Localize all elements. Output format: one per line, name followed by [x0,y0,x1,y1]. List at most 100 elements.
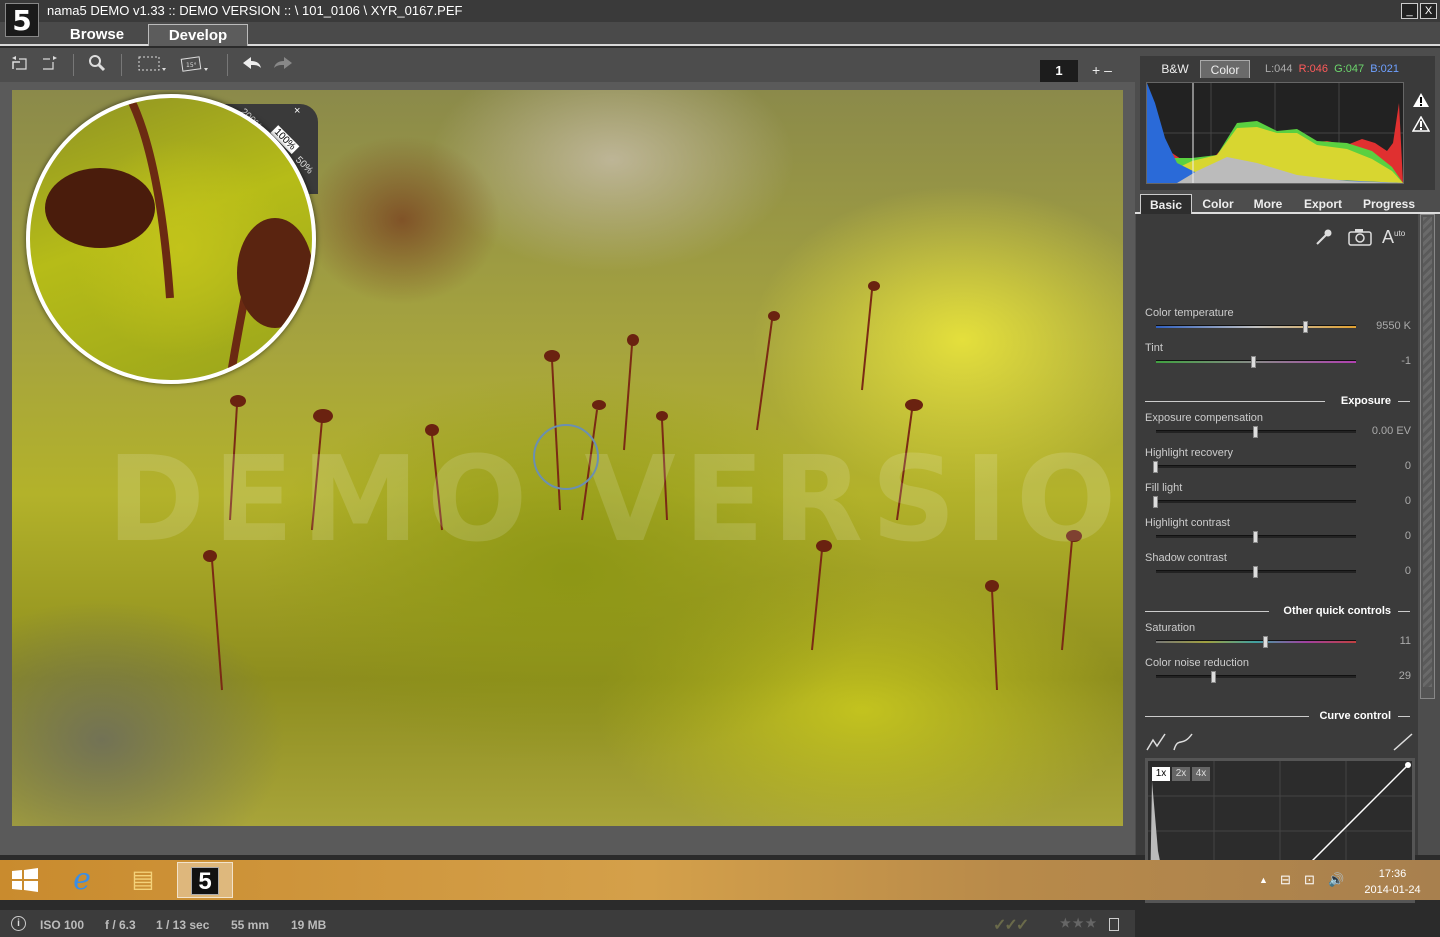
auto-adjust-icon[interactable]: Auto [1382,227,1405,248]
volume-icon[interactable]: 🔊 [1328,872,1344,888]
right-panel: B&W Color L:044 R:046 G:047 B:021 Basic … [1135,48,1440,903]
tab-develop[interactable]: Develop [148,24,248,46]
fill-light-slider[interactable] [1153,496,1356,508]
r-readout: R:046 [1298,63,1329,75]
rating-stars[interactable]: ★★★ [1060,916,1098,930]
internet-explorer-icon[interactable]: e [54,862,110,898]
tint-slider[interactable] [1156,356,1356,368]
windows-start-icon[interactable] [11,868,39,892]
undo-icon[interactable] [241,54,263,74]
redo-icon[interactable] [272,54,294,74]
title-bar: nama5 DEMO v1.33 :: DEMO VERSION :: \ 10… [0,0,1440,22]
curve-reset-icon[interactable] [1392,732,1414,757]
info-icon[interactable]: i [11,916,26,931]
color-noise-reduction-value: 29 [1398,670,1411,682]
pick-checkmarks[interactable]: ✓✓✓ [993,915,1029,935]
toolbar-separator [227,54,228,76]
highlight-contrast-label: Highlight contrast [1145,517,1230,529]
panel-tabs: Basic Color More Export Progress [1135,194,1440,214]
tab-more[interactable]: More [1245,194,1291,214]
highlight-clip-warning-icon[interactable] [1412,92,1430,108]
minimize-button[interactable]: _ [1401,3,1418,19]
straighten-icon[interactable]: 15° [178,54,212,74]
tab-color[interactable]: Color [1195,194,1241,214]
exposure-compensation-slider[interactable] [1156,426,1356,438]
exposure-compensation-label: Exposure compensation [1145,412,1264,424]
tint-label: Tint [1145,342,1163,354]
loupe-content [45,98,312,380]
saturation-thumb[interactable] [1263,636,1268,648]
zoom-plus-minus[interactable]: + – [1092,62,1112,78]
color-noise-reduction-thumb[interactable] [1211,671,1216,683]
g-readout: G:047 [1334,63,1365,75]
shadow-clip-warning-icon[interactable] [1411,115,1431,132]
tab-export[interactable]: Export [1297,194,1349,214]
shadow-contrast-thumb[interactable] [1253,566,1258,578]
tab-bw[interactable]: B&W [1152,60,1198,78]
windows-taskbar: e ▤ 5 ▲ ⊟ ⊡ 🔊 17:36 2014-01-24 [0,860,1440,900]
curve-zoom-1x[interactable]: 1x [1152,767,1170,781]
magnifier-icon[interactable] [86,54,108,74]
fill-light-label: Fill light [1145,482,1183,494]
highlight-recovery-thumb[interactable] [1153,461,1158,473]
tab-basic[interactable]: Basic [1140,194,1192,214]
tab-color-histogram[interactable]: Color [1200,60,1250,78]
auto-sup: uto [1394,229,1406,238]
file-size-value: 19 MB [291,918,327,932]
iso-value: ISO 100 [40,918,85,932]
tray-overflow-icon[interactable]: ▲ [1259,875,1268,885]
focus-point-ring[interactable] [533,424,599,490]
crop-select-icon[interactable] [136,54,168,74]
camera-icon[interactable] [1348,228,1372,251]
fill-light-thumb[interactable] [1153,496,1158,508]
color-temperature-thumb[interactable] [1303,321,1308,333]
document-icon[interactable] [1109,918,1119,931]
status-bar: i ISO 100 f / 6.3 1 / 13 sec 55 mm 19 MB… [0,910,1135,937]
auto-label: A [1382,227,1395,247]
exposure-divider-right [1398,401,1410,402]
file-explorer-icon[interactable]: ▤ [115,862,171,898]
highlight-recovery-value: 0 [1404,460,1411,472]
other-section-title: Other quick controls [1283,605,1391,617]
shadow-contrast-slider[interactable] [1156,566,1356,578]
loupe-close-icon[interactable]: × [294,105,300,117]
tab-browse[interactable]: Browse [52,24,142,46]
b-readout: B:021 [1370,63,1399,75]
curve-zoom-4x[interactable]: 4x [1192,767,1210,781]
rotate-left-icon[interactable] [9,54,31,74]
tray-device-icon[interactable]: ⊟ [1280,872,1291,888]
highlight-recovery-label: Highlight recovery [1145,447,1234,459]
shadow-contrast-label: Shadow contrast [1145,552,1227,564]
curve-zoom-2x[interactable]: 2x [1172,767,1190,781]
scrollbar-thumb[interactable] [1423,217,1432,687]
rotate-right-icon[interactable] [38,54,60,74]
close-button[interactable]: X [1420,3,1437,19]
panel-scrollbar[interactable] [1420,214,1435,699]
image-viewport: DEMO VERSION 200% 100% 50% × i ISO 100 f… [0,82,1135,937]
tint-thumb[interactable] [1251,356,1256,368]
color-noise-reduction-slider[interactable] [1156,671,1356,683]
network-icon[interactable]: ⊡ [1304,872,1315,888]
system-clock[interactable]: 17:36 2014-01-24 [1355,866,1430,898]
curve-linear-icon[interactable] [1145,732,1167,757]
color-temperature-slider[interactable] [1156,321,1356,333]
curve-smooth-icon[interactable] [1172,732,1194,757]
shadow-contrast-value: 0 [1404,565,1411,577]
mode-tabs: Browse Develop [0,22,1440,46]
app-logo: 5 [5,3,39,37]
saturation-slider[interactable] [1156,636,1356,648]
saturation-value: 11 [1399,635,1411,647]
exposure-compensation-thumb[interactable] [1253,426,1258,438]
curve-divider-right [1398,716,1410,717]
nama5-window: nama5 DEMO v1.33 :: DEMO VERSION :: \ 10… [0,0,1440,937]
highlight-contrast-thumb[interactable] [1253,531,1258,543]
magnifier-loupe[interactable] [26,94,316,384]
exposure-compensation-value: 0.00 EV [1371,425,1411,437]
highlight-recovery-slider[interactable] [1153,461,1356,473]
fill-light-value: 0 [1404,495,1411,507]
photo-preview[interactable]: DEMO VERSION 200% 100% 50% × [12,90,1123,826]
tab-progress[interactable]: Progress [1355,194,1423,214]
highlight-contrast-slider[interactable] [1156,531,1356,543]
eyedropper-icon[interactable] [1314,227,1334,252]
nama5-taskbar-icon[interactable]: 5 [177,862,233,898]
